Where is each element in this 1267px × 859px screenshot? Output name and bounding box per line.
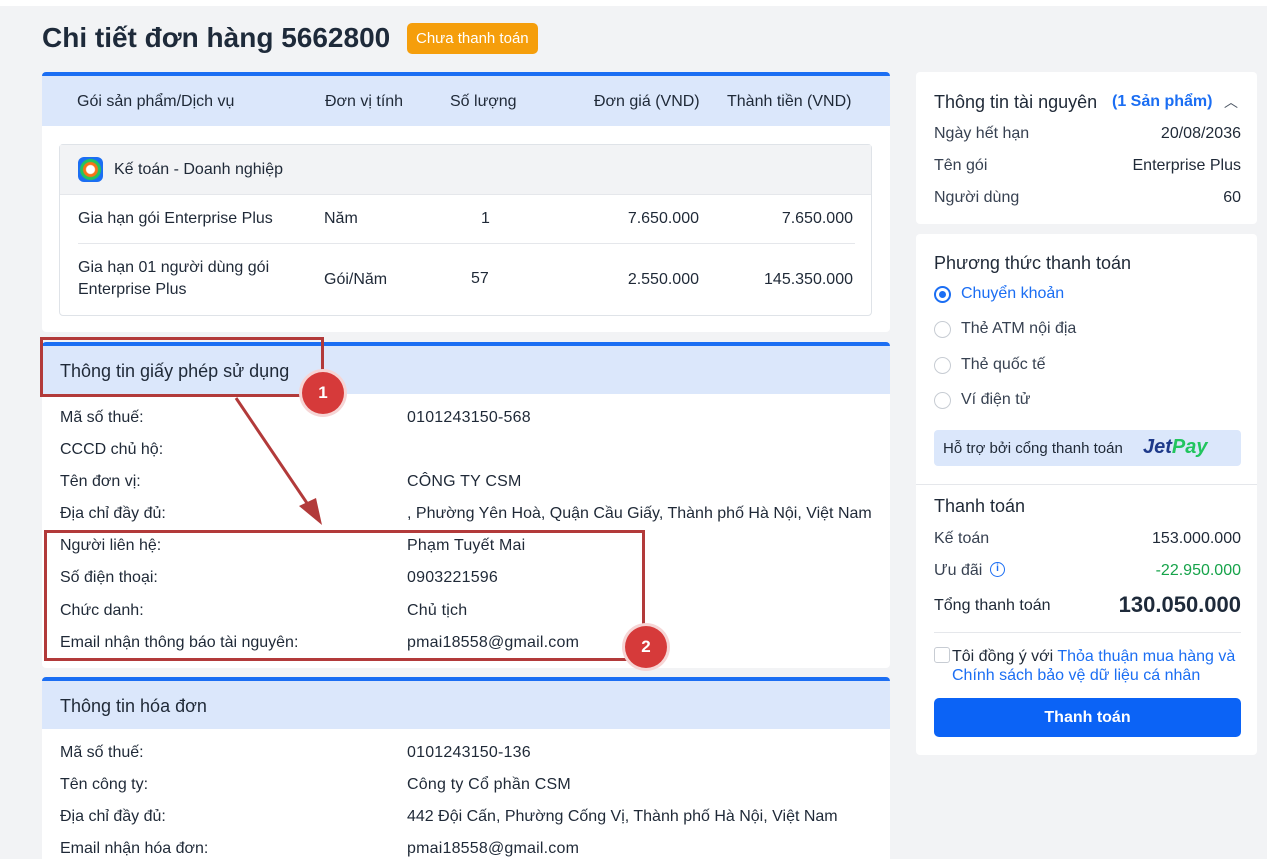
resource-value-package: Enterprise Plus xyxy=(1132,157,1242,174)
agree-prefix: Tôi đồng ý với xyxy=(952,648,1054,665)
col-product: Gói sản phẩm/Dịch vụ xyxy=(77,93,235,110)
radio-ewallet-label[interactable]: Ví điện tử xyxy=(961,391,1030,409)
purchase-agreement-link[interactable]: Thỏa thuận mua hàng xyxy=(1057,648,1214,665)
invoice-title: Thông tin hóa đơn xyxy=(60,696,207,716)
invoice-value-company: Công ty Cổ phần CSM xyxy=(407,776,571,793)
payment-gateway-text: Hỗ trợ bởi cổng thanh toán xyxy=(943,440,1123,457)
payment-total-label: Tổng thanh toán xyxy=(934,597,1051,614)
invoice-card: Thông tin hóa đơn Mã số thuế: 0101243150… xyxy=(42,677,890,859)
resource-label-expiry: Ngày hết hạn xyxy=(934,125,1030,142)
payment-method-title: Phương thức thanh toán xyxy=(934,253,1132,273)
license-label-unit: Tên đơn vị: xyxy=(60,473,141,490)
license-value-tax: 0101243150-568 xyxy=(407,409,531,426)
product-group-header: Kế toán - Doanh nghiệp xyxy=(60,145,871,195)
invoice-label-tax: Mã số thuế: xyxy=(60,744,144,761)
product-group-name: Kế toán - Doanh nghiệp xyxy=(114,161,284,178)
row-divider xyxy=(78,243,855,244)
radio-transfer[interactable] xyxy=(934,286,951,303)
page-title: Chi tiết đơn hàng 5662800 xyxy=(42,22,391,53)
accounting-app-icon xyxy=(78,157,103,182)
row1-qty: 1 xyxy=(481,210,490,227)
invoice-label-email: Email nhận hóa đơn: xyxy=(60,840,209,857)
payment-gateway-banner: Hỗ trợ bởi cổng thanh toán JetPay xyxy=(934,430,1241,466)
row1-name: Gia hạn gói Enterprise Plus xyxy=(78,210,273,227)
license-value-address: , Phường Yên Hoà, Quận Cầu Giấy, Thành p… xyxy=(407,505,872,522)
license-label-cccd: CCCD chủ hộ: xyxy=(60,441,164,458)
col-unit: Đơn vị tính xyxy=(325,93,404,110)
payment-label-accounting: Kế toán xyxy=(934,530,990,547)
row1-total: 7.650.000 xyxy=(781,210,853,227)
invoice-value-email: pmai18558@gmail.com xyxy=(407,840,580,857)
row2-name-line1: Gia hạn 01 người dùng gói xyxy=(78,259,270,276)
row2-unit: Gói/Năm xyxy=(324,271,388,288)
license-value-unit: CÔNG TY CSM xyxy=(407,473,522,490)
jetpay-logo: JetPay xyxy=(1143,436,1208,458)
product-group: Kế toán - Doanh nghiệp Gia hạn gói Enter… xyxy=(59,144,872,316)
col-total: Thành tiền (VND) xyxy=(727,93,852,110)
row2-price: 2.550.000 xyxy=(627,271,699,288)
invoice-header: Thông tin hóa đơn xyxy=(42,681,890,729)
radio-international[interactable] xyxy=(934,357,951,374)
annotation-badge-1: 1 xyxy=(302,372,344,414)
products-card: Gói sản phẩm/Dịch vụ Đơn vị tính Số lượn… xyxy=(42,72,890,332)
row1-price: 7.650.000 xyxy=(627,210,699,227)
payment-title: Thanh toán xyxy=(934,496,1026,516)
status-badge: Chưa thanh toán xyxy=(407,23,538,54)
info-icon[interactable]: i xyxy=(990,562,1005,577)
payment-value-discount: -22.950.000 xyxy=(1155,562,1241,579)
row2-total: 145.350.000 xyxy=(764,271,853,288)
divider xyxy=(916,484,1257,485)
resource-count[interactable]: (1 Sản phẩm) xyxy=(1112,93,1212,111)
radio-international-label[interactable]: Thẻ quốc tế xyxy=(961,356,1046,374)
agree-text: Tôi đồng ý với Thỏa thuận mua hàng và Ch… xyxy=(952,647,1252,685)
divider xyxy=(934,632,1241,633)
radio-atm[interactable] xyxy=(934,321,951,338)
agree-checkbox[interactable] xyxy=(934,647,950,663)
annotation-badge-2: 2 xyxy=(625,626,667,668)
license-label-tax: Mã số thuế: xyxy=(60,409,144,426)
resource-value-users: 60 xyxy=(1223,189,1241,206)
radio-transfer-label[interactable]: Chuyển khoản xyxy=(961,285,1064,303)
top-bar xyxy=(0,0,1267,6)
resource-value-expiry: 20/08/2036 xyxy=(1160,125,1241,142)
license-label-address: Địa chỉ đầy đủ: xyxy=(60,505,166,522)
invoice-label-company: Tên công ty: xyxy=(60,776,149,793)
payment-total-value: 130.050.000 xyxy=(1118,592,1241,617)
invoice-value-address: 442 Đội Cấn, Phường Cống Vị, Thành phố H… xyxy=(407,808,838,825)
col-price: Đơn giá (VND) xyxy=(594,93,700,110)
row2-qty: 57 xyxy=(471,270,489,287)
payment-value-accounting: 153.000.000 xyxy=(1152,530,1241,547)
resource-label-users: Người dùng xyxy=(934,189,1020,206)
annotation-box-1 xyxy=(40,337,324,397)
resource-label-package: Tên gói xyxy=(934,157,988,174)
resource-card: Thông tin tài nguyên (1 Sản phẩm) ︿ Ngày… xyxy=(916,72,1257,224)
pay-button[interactable]: Thanh toán xyxy=(934,698,1241,737)
row2-name-line2: Enterprise Plus xyxy=(78,281,187,298)
payment-label-discount: Ưu đãi xyxy=(934,562,983,579)
row1-unit: Năm xyxy=(324,210,358,227)
chevron-up-icon[interactable]: ︿ xyxy=(1224,92,1238,112)
payment-card: Phương thức thanh toán Chuyển khoản Thẻ … xyxy=(916,234,1257,755)
col-qty: Số lượng xyxy=(450,93,517,110)
radio-ewallet[interactable] xyxy=(934,392,951,409)
privacy-policy-link[interactable]: Chính sách bảo vệ dữ liệu cá nhân xyxy=(952,667,1200,684)
radio-atm-label[interactable]: Thẻ ATM nội địa xyxy=(961,320,1076,338)
agree-and: và xyxy=(1218,648,1236,665)
annotation-box-2 xyxy=(44,530,645,661)
products-table-header: Gói sản phẩm/Dịch vụ Đơn vị tính Số lượn… xyxy=(42,76,890,126)
invoice-label-address: Địa chỉ đầy đủ: xyxy=(60,808,166,825)
resource-title: Thông tin tài nguyên xyxy=(934,92,1098,112)
invoice-value-tax: 0101243150-136 xyxy=(407,744,531,761)
